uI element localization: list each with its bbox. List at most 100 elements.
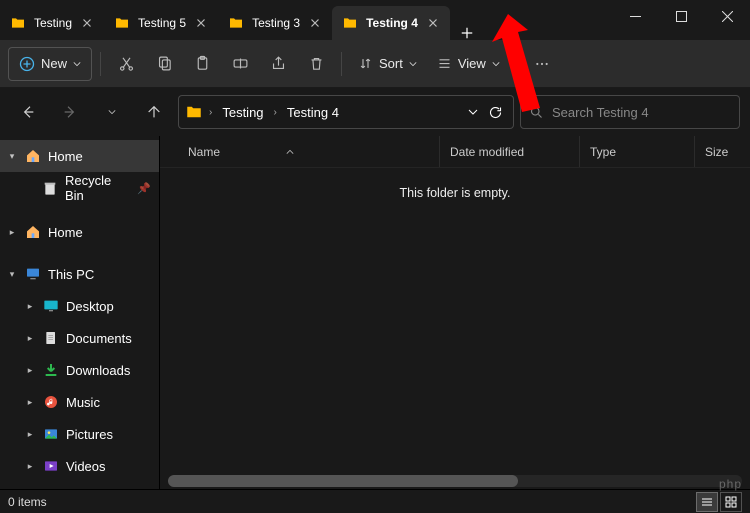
sidebar-item-label: Downloads — [66, 363, 130, 378]
sidebar-item-this-pc[interactable]: ▾ This PC — [0, 258, 159, 290]
sidebar-item-pictures[interactable]: ▸ Pictures — [0, 418, 159, 450]
folder-icon — [114, 15, 130, 31]
tab-testing-4[interactable]: Testing 4 — [332, 6, 450, 40]
copy-button[interactable] — [147, 47, 181, 81]
chevron-down-icon — [409, 60, 417, 68]
tab-testing-3[interactable]: Testing 3 — [218, 6, 332, 40]
arrow-up-icon — [146, 104, 162, 120]
refresh-icon[interactable] — [488, 105, 503, 120]
sort-button[interactable]: Sort — [350, 47, 425, 81]
home-icon — [24, 223, 42, 241]
more-button[interactable] — [525, 47, 559, 81]
column-date-modified[interactable]: Date modified — [440, 136, 580, 167]
close-icon[interactable] — [80, 16, 94, 30]
back-button[interactable] — [10, 94, 46, 130]
new-button[interactable]: New — [8, 47, 92, 81]
column-label: Name — [188, 145, 220, 159]
column-type[interactable]: Type — [580, 136, 695, 167]
sidebar-item-videos[interactable]: ▸ Videos — [0, 450, 159, 482]
sort-asc-icon — [286, 148, 294, 156]
tab-strip: Testing Testing 5 Testing 3 Testing 4 — [0, 0, 612, 40]
sidebar-item-label: Music — [66, 395, 100, 410]
plus-circle-icon — [19, 56, 35, 72]
scrollbar-thumb[interactable] — [168, 475, 518, 487]
thumbnails-view-icon — [725, 496, 737, 508]
recent-button[interactable] — [94, 94, 130, 130]
chevron-right-icon[interactable]: ▸ — [24, 397, 36, 408]
tab-testing[interactable]: Testing — [0, 6, 104, 40]
view-button[interactable]: View — [429, 47, 508, 81]
chevron-right-icon[interactable]: ▸ — [24, 429, 36, 440]
folder-icon — [228, 15, 244, 31]
tab-label: Testing 4 — [366, 16, 418, 30]
breadcrumb-item[interactable]: Testing — [218, 103, 267, 122]
chevron-right-icon[interactable]: ▸ — [6, 227, 18, 238]
sidebar-item-recycle-bin[interactable]: Recycle Bin 📌 — [0, 172, 159, 204]
column-label: Date modified — [450, 145, 524, 159]
up-button[interactable] — [136, 94, 172, 130]
details-view-icon — [701, 496, 713, 508]
chevron-right-icon[interactable]: ▸ — [24, 333, 36, 344]
tab-label: Testing — [34, 16, 72, 30]
delete-button[interactable] — [299, 47, 333, 81]
chevron-right-icon[interactable]: ▸ — [24, 365, 36, 376]
sidebar-item-home[interactable]: ▾ Home — [0, 140, 159, 172]
cut-button[interactable] — [109, 47, 143, 81]
sidebar-item-label: Videos — [66, 459, 106, 474]
navigation-bar: › Testing › Testing 4 Search Testing 4 — [0, 88, 750, 136]
chevron-right-icon: › — [274, 107, 277, 118]
details-view-button[interactable] — [696, 492, 718, 512]
thumbnails-view-button[interactable] — [720, 492, 742, 512]
tab-testing-5[interactable]: Testing 5 — [104, 6, 218, 40]
navigation-pane[interactable]: ▾ Home Recycle Bin 📌 ▸ Home ▾ This PC ▸ … — [0, 136, 160, 489]
pin-icon: 📌 — [137, 182, 151, 195]
close-icon[interactable] — [194, 16, 208, 30]
search-box[interactable]: Search Testing 4 — [520, 95, 740, 129]
column-size[interactable]: Size — [695, 136, 750, 167]
chevron-down-icon — [492, 60, 500, 68]
sidebar-item-desktop[interactable]: ▸ Desktop — [0, 290, 159, 322]
desktop-icon — [42, 297, 60, 315]
new-tab-button[interactable] — [450, 26, 484, 40]
chevron-right-icon[interactable]: ▸ — [24, 461, 36, 472]
maximize-button[interactable] — [658, 0, 704, 32]
rename-button[interactable] — [223, 47, 257, 81]
sort-icon — [358, 56, 373, 71]
sidebar-item-home[interactable]: ▸ Home — [0, 216, 159, 248]
sidebar-item-documents[interactable]: ▸ Documents — [0, 322, 159, 354]
sidebar-item-label: Desktop — [66, 299, 114, 314]
separator — [341, 52, 342, 76]
downloads-icon — [42, 361, 60, 379]
separator — [516, 52, 517, 76]
arrow-right-icon — [62, 104, 78, 120]
toolbar: New Sort View — [0, 40, 750, 88]
sidebar-item-label: Home — [48, 149, 83, 164]
recycle-bin-icon — [42, 179, 59, 197]
chevron-down-icon[interactable]: ▾ — [6, 151, 18, 162]
maximize-icon — [676, 11, 687, 22]
share-button[interactable] — [261, 47, 295, 81]
item-count: 0 items — [8, 495, 47, 509]
tab-label: Testing 5 — [138, 16, 186, 30]
close-icon[interactable] — [426, 16, 440, 30]
chevron-right-icon[interactable]: ▸ — [24, 301, 36, 312]
horizontal-scrollbar[interactable] — [168, 475, 742, 487]
minimize-button[interactable] — [612, 0, 658, 32]
sidebar-item-music[interactable]: ▸ Music — [0, 386, 159, 418]
column-name[interactable]: Name — [160, 136, 440, 167]
forward-button[interactable] — [52, 94, 88, 130]
close-icon[interactable] — [308, 16, 322, 30]
chevron-down-icon[interactable]: ▾ — [6, 269, 18, 280]
column-headers: Name Date modified Type Size — [160, 136, 750, 168]
chevron-down-icon[interactable] — [468, 107, 478, 117]
address-bar[interactable]: › Testing › Testing 4 — [178, 95, 514, 129]
sidebar-item-label: Recycle Bin — [65, 173, 131, 203]
folder-icon — [342, 15, 358, 31]
breadcrumb-item[interactable]: Testing 4 — [283, 103, 343, 122]
paste-icon — [194, 55, 211, 72]
paste-button[interactable] — [185, 47, 219, 81]
status-bar: 0 items — [0, 489, 750, 513]
close-window-button[interactable] — [704, 0, 750, 32]
sidebar-item-downloads[interactable]: ▸ Downloads — [0, 354, 159, 386]
ellipsis-icon — [534, 56, 550, 72]
